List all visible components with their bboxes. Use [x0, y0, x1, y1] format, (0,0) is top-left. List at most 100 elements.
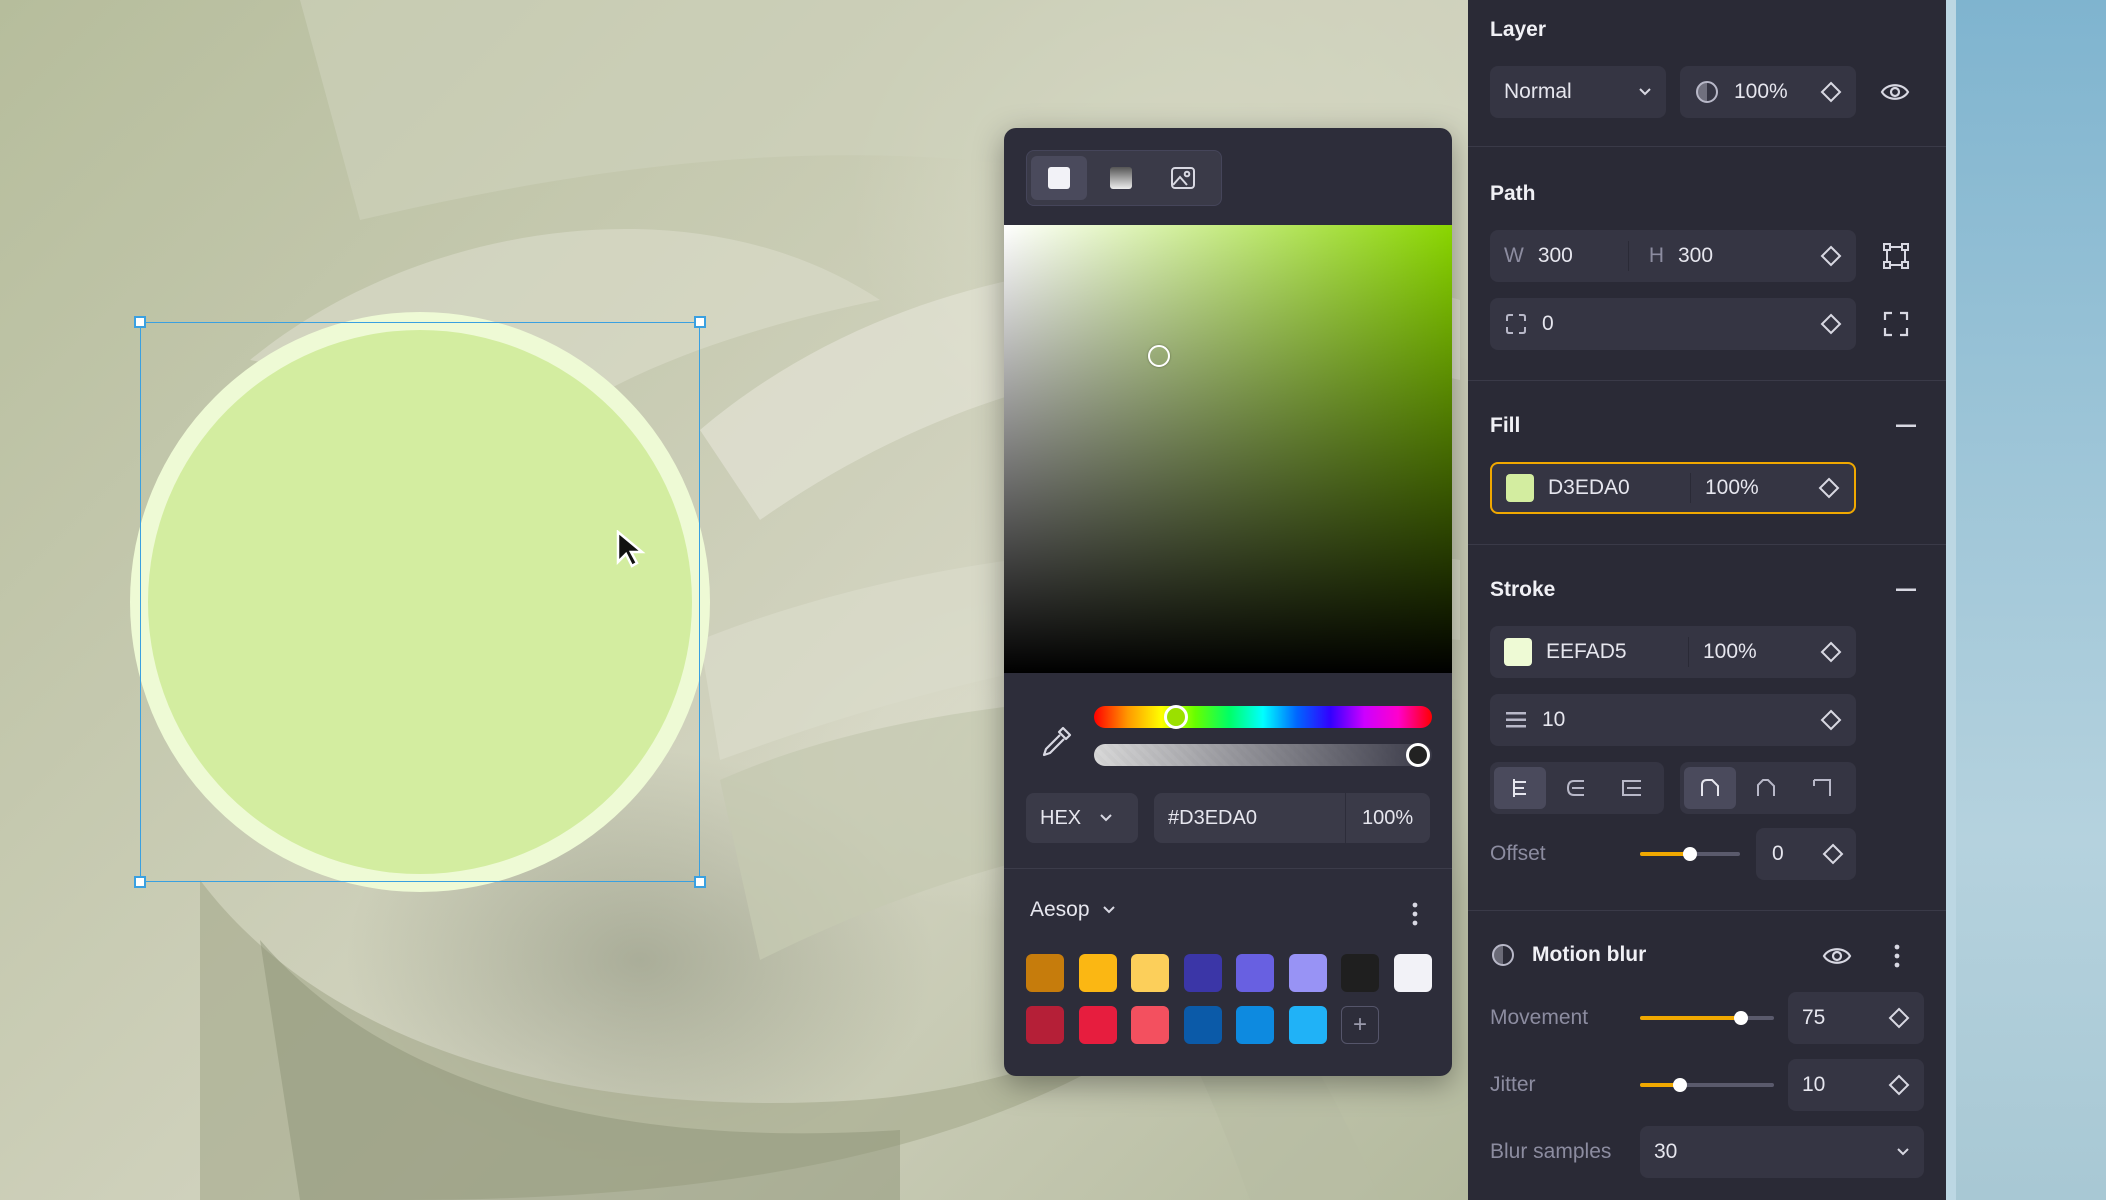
- alpha-knob[interactable]: [1406, 743, 1430, 767]
- movement-slider-knob[interactable]: [1733, 1011, 1748, 1025]
- layer-opacity-value: 100%: [1734, 80, 1788, 103]
- layer-section-title: Layer: [1490, 18, 1547, 41]
- layer-opacity-field[interactable]: 100%: [1680, 66, 1856, 118]
- palette-swatch[interactable]: [1026, 1006, 1064, 1044]
- movement-value[interactable]: 75: [1802, 1006, 1825, 1030]
- stroke-color-field[interactable]: EEFAD5 100%: [1490, 626, 1856, 678]
- jitter-slider-knob[interactable]: [1673, 1078, 1688, 1092]
- hex-input[interactable]: #D3EDA0: [1154, 793, 1346, 843]
- palette-swatch[interactable]: [1288, 1006, 1327, 1044]
- remove-fill-icon[interactable]: [1896, 424, 1916, 428]
- effect-icon: [1492, 944, 1514, 966]
- hue-knob[interactable]: [1164, 705, 1188, 729]
- stroke-align-center-button[interactable]: [1550, 767, 1602, 809]
- background-window-edge: [1946, 0, 2106, 1200]
- palette-name: Aesop: [1030, 898, 1090, 921]
- palette-swatch[interactable]: [1341, 954, 1379, 992]
- stroke-align-inside-button[interactable]: [1494, 767, 1546, 809]
- join-round-icon: [1701, 779, 1719, 796]
- color-picker-popup: HEX #D3EDA0 100% Aesop +: [1004, 128, 1452, 1076]
- palette-swatch[interactable]: [1393, 954, 1432, 992]
- stroke-color-swatch[interactable]: [1504, 638, 1532, 666]
- eye-icon[interactable]: [1880, 78, 1910, 106]
- resize-handle-bottom-right[interactable]: [694, 876, 706, 888]
- mouse-cursor-icon: [616, 530, 646, 568]
- keyframe-diamond-icon[interactable]: [1820, 81, 1842, 103]
- more-vertical-icon[interactable]: [1892, 942, 1902, 970]
- stroke-opacity-value[interactable]: 100%: [1703, 640, 1757, 664]
- add-swatch-button[interactable]: +: [1341, 1006, 1379, 1044]
- join-round-button[interactable]: [1684, 767, 1736, 809]
- blend-mode-select[interactable]: Normal: [1490, 66, 1666, 118]
- jitter-value[interactable]: 10: [1802, 1073, 1825, 1097]
- chevron-down-icon: [1102, 906, 1115, 914]
- independent-corners-icon[interactable]: [1882, 310, 1910, 338]
- offset-slider-knob[interactable]: [1683, 847, 1697, 861]
- selection-box[interactable]: [134, 316, 706, 888]
- alpha-slider[interactable]: [1094, 744, 1432, 766]
- saturation-value-area[interactable]: [1004, 225, 1452, 673]
- solid-mode-tab[interactable]: [1031, 156, 1087, 200]
- stroke-hex-value[interactable]: EEFAD5: [1546, 640, 1688, 664]
- blur-samples-label: Blur samples: [1490, 1140, 1612, 1163]
- stroke-width-field[interactable]: 10: [1490, 694, 1856, 746]
- blur-samples-value: 30: [1654, 1140, 1678, 1163]
- height-input[interactable]: 300: [1678, 244, 1713, 268]
- join-bevel-button[interactable]: [1740, 767, 1792, 809]
- palette-swatch[interactable]: [1026, 954, 1064, 992]
- image-mode-tab[interactable]: [1155, 156, 1211, 200]
- palette-swatch[interactable]: [1288, 954, 1327, 992]
- palette-swatch[interactable]: [1183, 1006, 1222, 1044]
- corner-radius-value: 0: [1542, 312, 1554, 335]
- stroke-width-value: 10: [1542, 708, 1566, 731]
- sv-knob[interactable]: [1148, 345, 1170, 367]
- blur-samples-select[interactable]: 30: [1640, 1126, 1924, 1178]
- resize-handle-bottom-left[interactable]: [134, 876, 146, 888]
- join-miter-button[interactable]: [1796, 767, 1848, 809]
- transform-bounds-icon[interactable]: [1882, 242, 1910, 270]
- stroke-join-group: [1680, 762, 1856, 814]
- color-format-select[interactable]: HEX: [1026, 793, 1138, 843]
- palette-swatch[interactable]: [1078, 954, 1117, 992]
- hue-slider[interactable]: [1094, 706, 1432, 728]
- eye-icon[interactable]: [1822, 942, 1852, 970]
- fill-color-field[interactable]: D3EDA0 100%: [1490, 462, 1856, 514]
- palette-swatch[interactable]: [1183, 954, 1222, 992]
- keyframe-diamond-icon[interactable]: [1822, 843, 1844, 865]
- keyframe-diamond-icon[interactable]: [1818, 477, 1840, 499]
- resize-handle-top-left[interactable]: [134, 316, 146, 328]
- more-vertical-icon[interactable]: [1410, 900, 1420, 928]
- fill-hex-value[interactable]: D3EDA0: [1548, 476, 1690, 500]
- resize-handle-top-right[interactable]: [694, 316, 706, 328]
- opacity-input[interactable]: 100%: [1346, 807, 1413, 830]
- blend-mode-value: Normal: [1504, 80, 1572, 103]
- keyframe-diamond-icon[interactable]: [1820, 313, 1842, 335]
- fill-color-swatch[interactable]: [1506, 474, 1534, 502]
- movement-field[interactable]: 75: [1788, 992, 1924, 1044]
- palette-swatch[interactable]: [1236, 1006, 1274, 1044]
- palette-swatch[interactable]: [1078, 1006, 1117, 1044]
- keyframe-diamond-icon[interactable]: [1820, 709, 1842, 731]
- gradient-mode-tab[interactable]: [1093, 156, 1149, 200]
- section-divider: [1468, 910, 1946, 911]
- keyframe-diamond-icon[interactable]: [1888, 1007, 1910, 1029]
- width-input[interactable]: 300: [1538, 244, 1628, 268]
- align-inside-icon: [1513, 779, 1526, 797]
- palette-select[interactable]: Aesop: [1030, 898, 1116, 922]
- remove-stroke-icon[interactable]: [1896, 588, 1916, 592]
- palette-swatch[interactable]: [1131, 954, 1169, 992]
- path-section-title: Path: [1490, 182, 1536, 205]
- keyframe-diamond-icon[interactable]: [1888, 1074, 1910, 1096]
- offset-value[interactable]: 0: [1772, 842, 1784, 866]
- fill-opacity-value[interactable]: 100%: [1705, 476, 1759, 500]
- keyframe-diamond-icon[interactable]: [1820, 245, 1842, 267]
- palette-swatch[interactable]: [1236, 954, 1274, 992]
- palette-swatch[interactable]: [1131, 1006, 1169, 1044]
- keyframe-diamond-icon[interactable]: [1820, 641, 1842, 663]
- offset-field[interactable]: 0: [1756, 828, 1856, 880]
- motion-blur-title: Motion blur: [1532, 943, 1647, 966]
- eyedropper-icon[interactable]: [1036, 722, 1076, 762]
- jitter-field[interactable]: 10: [1788, 1059, 1924, 1111]
- corner-radius-field[interactable]: 0: [1490, 298, 1856, 350]
- stroke-align-outside-button[interactable]: [1606, 767, 1658, 809]
